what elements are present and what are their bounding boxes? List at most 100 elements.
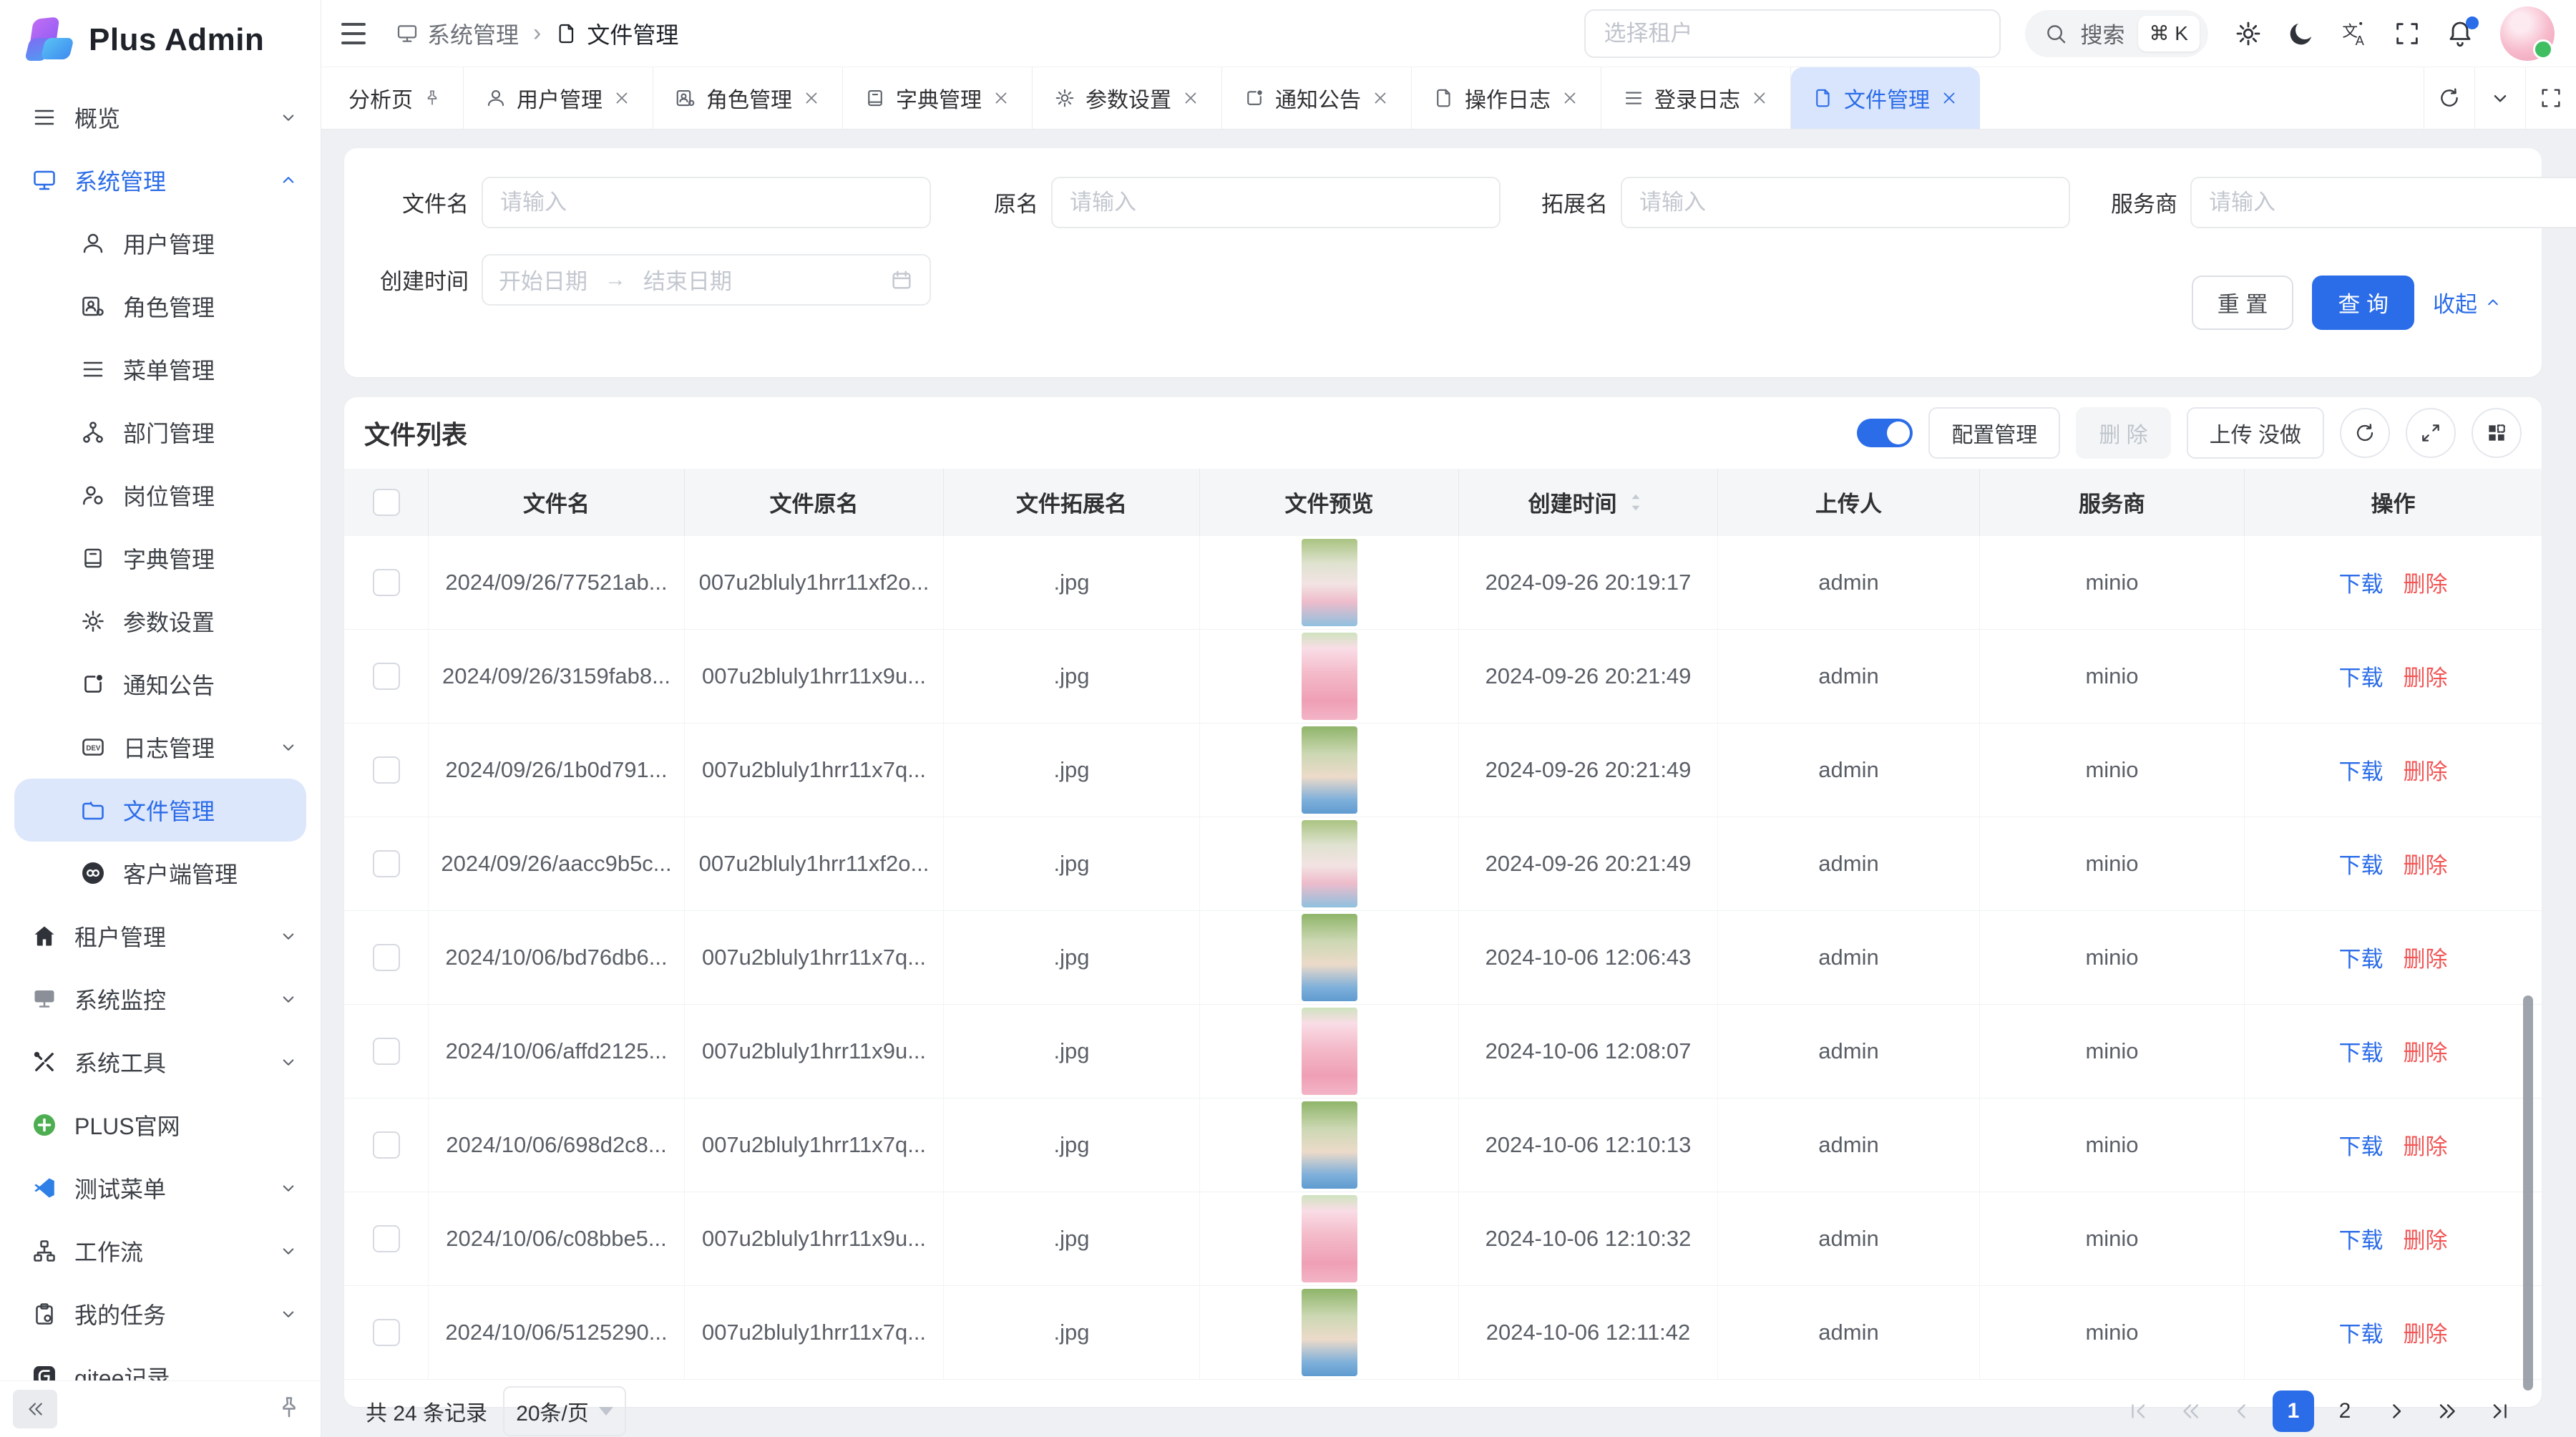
- delete-button[interactable]: 删 除: [2076, 407, 2170, 459]
- file-preview-thumbnail[interactable]: [1302, 633, 1357, 720]
- search-panel-toggle[interactable]: [1857, 419, 1913, 447]
- select-all-checkbox[interactable]: [373, 489, 400, 516]
- sidebar-item-user-management[interactable]: 用户管理: [0, 212, 321, 275]
- dark-mode-button[interactable]: [2285, 18, 2317, 49]
- sidebar-collapse-button[interactable]: [13, 1390, 57, 1428]
- download-link[interactable]: 下载: [2339, 847, 2384, 880]
- provider-input[interactable]: [2207, 189, 2576, 216]
- file-preview-thumbnail[interactable]: [1302, 820, 1357, 907]
- created-time-header[interactable]: 创建时间: [1459, 469, 1718, 536]
- row-checkbox[interactable]: [373, 663, 400, 690]
- next-page-button[interactable]: [2376, 1390, 2417, 1432]
- sidebar-item-menu-management[interactable]: 菜单管理: [0, 338, 321, 401]
- tab-role-management[interactable]: 角色管理: [653, 67, 843, 129]
- download-link[interactable]: 下载: [2339, 754, 2384, 786]
- row-checkbox[interactable]: [373, 1319, 400, 1346]
- sidebar-item-workflow[interactable]: 工作流: [0, 1219, 321, 1282]
- sidebar-item-overview[interactable]: 概览: [0, 86, 321, 149]
- logo-row[interactable]: Plus Admin: [0, 0, 321, 80]
- date-range-picker[interactable]: 开始日期 → 结束日期: [482, 254, 931, 306]
- original-name-input[interactable]: [1068, 189, 1483, 216]
- row-checkbox[interactable]: [373, 1131, 400, 1159]
- sidebar-item-plus-website[interactable]: PLUS官网: [0, 1093, 321, 1156]
- sidebar-item-system-monitor[interactable]: 系统监控: [0, 968, 321, 1031]
- sidebar-item-tenant-management[interactable]: 租户管理: [0, 905, 321, 968]
- sidebar-item-param-settings[interactable]: 参数设置: [0, 590, 321, 653]
- prev-page-button[interactable]: [2221, 1390, 2263, 1432]
- download-link[interactable]: 下载: [2339, 1316, 2384, 1348]
- file-preview-thumbnail[interactable]: [1302, 914, 1357, 1001]
- sidebar-pin-button[interactable]: [276, 1395, 302, 1424]
- close-icon[interactable]: [1940, 89, 1958, 107]
- sidebar-item-my-tasks[interactable]: 我的任务: [0, 1282, 321, 1345]
- sidebar-item-test-menu[interactable]: 测试菜单: [0, 1156, 321, 1219]
- first-page-button[interactable]: [2118, 1390, 2160, 1432]
- sidebar-item-department-management[interactable]: 部门管理: [0, 401, 321, 464]
- close-icon[interactable]: [1371, 89, 1390, 107]
- table-refresh-button[interactable]: [2340, 408, 2390, 458]
- close-icon[interactable]: [1561, 89, 1579, 107]
- tenant-select-input[interactable]: [1603, 20, 1982, 47]
- row-checkbox[interactable]: [373, 1038, 400, 1065]
- file-preview-thumbnail[interactable]: [1302, 1101, 1357, 1189]
- user-avatar[interactable]: [2500, 6, 2555, 61]
- delete-link[interactable]: 删除: [2404, 1222, 2448, 1255]
- breadcrumb-file-management[interactable]: 文件管理: [555, 17, 678, 50]
- tab-param-settings[interactable]: 参数设置: [1033, 67, 1222, 129]
- file-preview-thumbnail[interactable]: [1302, 1289, 1357, 1376]
- tenant-select[interactable]: [1584, 9, 2001, 58]
- tab-fullscreen-button[interactable]: [2525, 67, 2576, 129]
- close-icon[interactable]: [802, 89, 821, 107]
- tab-analysis[interactable]: 分析页: [327, 67, 464, 129]
- search-button[interactable]: 查 询: [2312, 276, 2414, 330]
- sidebar-item-post-management[interactable]: 岗位管理: [0, 464, 321, 527]
- sidebar-item-system-management[interactable]: 系统管理: [0, 149, 321, 212]
- download-link[interactable]: 下载: [2339, 566, 2384, 598]
- row-checkbox[interactable]: [373, 1225, 400, 1252]
- file-preview-thumbnail[interactable]: [1302, 1195, 1357, 1282]
- download-link[interactable]: 下载: [2339, 1035, 2384, 1067]
- file-name-input[interactable]: [499, 189, 914, 216]
- row-checkbox[interactable]: [373, 944, 400, 971]
- notifications-button[interactable]: [2444, 18, 2476, 49]
- sidebar-item-dict-management[interactable]: 字典管理: [0, 527, 321, 590]
- row-checkbox[interactable]: [373, 569, 400, 596]
- delete-link[interactable]: 删除: [2404, 847, 2448, 880]
- delete-link[interactable]: 删除: [2404, 660, 2448, 692]
- reset-button[interactable]: 重 置: [2192, 276, 2294, 330]
- ext-input[interactable]: [1638, 189, 2053, 216]
- download-link[interactable]: 下载: [2339, 941, 2384, 973]
- fullscreen-button[interactable]: [2391, 18, 2423, 49]
- page-size-select[interactable]: 20条/页: [503, 1386, 626, 1436]
- upload-button[interactable]: 上传 没做: [2187, 407, 2324, 459]
- file-preview-thumbnail[interactable]: [1302, 1008, 1357, 1095]
- close-icon[interactable]: [992, 89, 1010, 107]
- sidebar-item-notice[interactable]: 通知公告: [0, 653, 321, 716]
- file-preview-thumbnail[interactable]: [1302, 539, 1357, 626]
- jump-back-button[interactable]: [2170, 1390, 2211, 1432]
- tab-more-button[interactable]: [2474, 67, 2525, 129]
- close-icon[interactable]: [1181, 89, 1200, 107]
- sidebar-item-log-management[interactable]: 日志管理: [0, 716, 321, 779]
- delete-link[interactable]: 删除: [2404, 566, 2448, 598]
- column-settings-button[interactable]: [2472, 408, 2522, 458]
- hamburger-menu-button[interactable]: [341, 19, 374, 48]
- sidebar-item-file-management[interactable]: 文件管理: [14, 779, 306, 842]
- row-checkbox[interactable]: [373, 850, 400, 877]
- tab-login-log[interactable]: 登录日志: [1601, 67, 1791, 129]
- row-checkbox[interactable]: [373, 756, 400, 784]
- language-button[interactable]: [2338, 18, 2370, 49]
- download-link[interactable]: 下载: [2339, 660, 2384, 692]
- jump-forward-button[interactable]: [2427, 1390, 2469, 1432]
- breadcrumb-system-management[interactable]: 系统管理: [396, 17, 519, 50]
- page-2-button[interactable]: 2: [2324, 1390, 2366, 1432]
- table-fullscreen-button[interactable]: [2406, 408, 2456, 458]
- tab-dict-management[interactable]: 字典管理: [843, 67, 1033, 129]
- tab-user-management[interactable]: 用户管理: [464, 67, 653, 129]
- tab-refresh-button[interactable]: [2424, 67, 2474, 129]
- pin-icon[interactable]: [423, 89, 441, 107]
- delete-link[interactable]: 删除: [2404, 1035, 2448, 1067]
- sidebar-item-role-management[interactable]: 角色管理: [0, 275, 321, 338]
- delete-link[interactable]: 删除: [2404, 1316, 2448, 1348]
- settings-button[interactable]: [2233, 18, 2264, 49]
